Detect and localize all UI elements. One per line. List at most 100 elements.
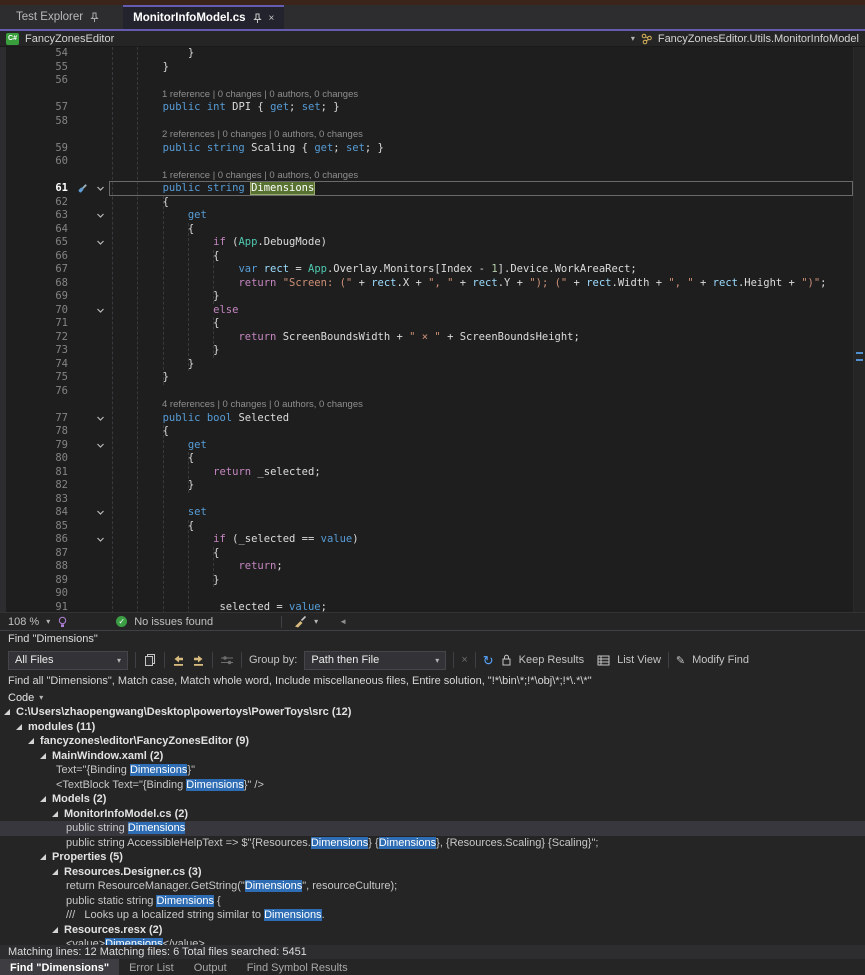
- tree-match[interactable]: Text="{Binding Dimensions}": [0, 763, 865, 778]
- code-line[interactable]: 59 public string Scaling { get; set; }: [0, 142, 865, 156]
- codelens-text[interactable]: 2 references | 0 changes | 0 authors, 0 …: [162, 128, 363, 142]
- tree-node[interactable]: C:\Users\zhaopengwang\Desktop\powertoys\…: [0, 705, 865, 720]
- code-line[interactable]: 77 public bool Selected: [0, 412, 865, 426]
- code-line[interactable]: 87 {: [0, 547, 865, 561]
- result-type-dropdown[interactable]: Code ▾: [0, 690, 865, 705]
- line-number[interactable]: 62: [0, 196, 68, 210]
- tab-test-explorer[interactable]: Test Explorer: [6, 5, 109, 29]
- line-number[interactable]: 64: [0, 223, 68, 237]
- tree-node[interactable]: Models (2): [0, 792, 865, 807]
- expander-icon[interactable]: [4, 706, 16, 718]
- codelens-text[interactable]: 4 references | 0 changes | 0 authors, 0 …: [162, 398, 363, 412]
- tree-node[interactable]: Resources.resx (2): [0, 923, 865, 938]
- code-editor[interactable]: 54 }55 }561 reference | 0 changes | 0 au…: [0, 47, 865, 612]
- line-number[interactable]: 68: [0, 277, 68, 291]
- code-line[interactable]: 55 }: [0, 61, 865, 75]
- code-line[interactable]: 81 return _selected;: [0, 466, 865, 480]
- code-line[interactable]: 83: [0, 493, 865, 507]
- code-line[interactable]: 72 return ScreenBoundsWidth + " × " + Sc…: [0, 331, 865, 345]
- line-number[interactable]: 91: [0, 601, 68, 613]
- keep-results-button[interactable]: Keep Results: [519, 654, 584, 666]
- line-number[interactable]: 59: [0, 142, 68, 156]
- copy-icon[interactable]: [143, 653, 157, 667]
- editor-vertical-scrollbar[interactable]: [853, 47, 865, 612]
- code-line[interactable]: 58: [0, 115, 865, 129]
- tree-node[interactable]: MonitorInfoModel.cs (2): [0, 807, 865, 822]
- line-number[interactable]: 87: [0, 547, 68, 561]
- line-number[interactable]: 70: [0, 304, 68, 318]
- code-line[interactable]: 84 set: [0, 506, 865, 520]
- line-number[interactable]: 76: [0, 385, 68, 399]
- code-line[interactable]: 73 }: [0, 344, 865, 358]
- code-line[interactable]: 90: [0, 587, 865, 601]
- edit-pencil-icon[interactable]: ✎: [676, 654, 685, 667]
- line-number[interactable]: 90: [0, 587, 68, 601]
- next-location-icon[interactable]: [192, 654, 205, 667]
- codelens-row[interactable]: 1 reference | 0 changes | 0 authors, 0 c…: [0, 169, 865, 183]
- line-number[interactable]: 67: [0, 263, 68, 277]
- line-number[interactable]: 66: [0, 250, 68, 264]
- code-line[interactable]: 80 {: [0, 452, 865, 466]
- pin-icon[interactable]: [253, 13, 262, 24]
- code-line[interactable]: 54 }: [0, 47, 865, 61]
- expander-icon[interactable]: [40, 793, 52, 805]
- code-line[interactable]: 91 _selected = value;: [0, 601, 865, 613]
- breadcrumb-type[interactable]: FancyZonesEditor.Utils.MonitorInfoModel: [658, 33, 859, 45]
- line-number[interactable]: 89: [0, 574, 68, 588]
- code-line[interactable]: 67 var rect = App.Overlay.Monitors[Index…: [0, 263, 865, 277]
- scroll-left-icon[interactable]: ◄: [339, 617, 347, 626]
- codelens-row[interactable]: 4 references | 0 changes | 0 authors, 0 …: [0, 398, 865, 412]
- line-number[interactable]: 61: [0, 182, 68, 196]
- code-line[interactable]: 70 else: [0, 304, 865, 318]
- line-number[interactable]: 58: [0, 115, 68, 129]
- code-line[interactable]: 89 }: [0, 574, 865, 588]
- line-number[interactable]: 55: [0, 61, 68, 75]
- code-line[interactable]: 65 if (App.DebugMode): [0, 236, 865, 250]
- list-view-icon[interactable]: [597, 655, 610, 666]
- codelens-row[interactable]: 1 reference | 0 changes | 0 authors, 0 c…: [0, 88, 865, 102]
- line-number[interactable]: 73: [0, 344, 68, 358]
- tree-match[interactable]: public string AccessibleHelpText => $"{R…: [0, 836, 865, 851]
- group-by-dropdown[interactable]: Path then File ▾: [304, 651, 446, 670]
- chevron-down-icon[interactable]: ▾: [314, 617, 318, 626]
- chevron-down-icon[interactable]: ▾: [631, 34, 635, 43]
- line-number[interactable]: 80: [0, 452, 68, 466]
- line-number[interactable]: 81: [0, 466, 68, 480]
- line-number[interactable]: 88: [0, 560, 68, 574]
- code-line[interactable]: 76: [0, 385, 865, 399]
- line-number[interactable]: 75: [0, 371, 68, 385]
- line-number[interactable]: 56: [0, 74, 68, 88]
- line-number[interactable]: 63: [0, 209, 68, 223]
- options-icon[interactable]: [220, 654, 234, 666]
- codelens-row[interactable]: 2 references | 0 changes | 0 authors, 0 …: [0, 128, 865, 142]
- tree-node[interactable]: Properties (5): [0, 850, 865, 865]
- code-line[interactable]: 57 public int DPI { get; set; }: [0, 101, 865, 115]
- code-line[interactable]: 88 return;: [0, 560, 865, 574]
- line-number[interactable]: 74: [0, 358, 68, 372]
- expander-icon[interactable]: [16, 721, 28, 733]
- expander-icon[interactable]: [40, 851, 52, 863]
- line-number[interactable]: 78: [0, 425, 68, 439]
- tree-node[interactable]: MainWindow.xaml (2): [0, 749, 865, 764]
- code-line[interactable]: 82 }: [0, 479, 865, 493]
- expander-icon[interactable]: [28, 735, 40, 747]
- tree-match[interactable]: public static string Dimensions {: [0, 894, 865, 909]
- line-number[interactable]: 54: [0, 47, 68, 61]
- tree-node[interactable]: fancyzones\editor\FancyZonesEditor (9): [0, 734, 865, 749]
- code-line[interactable]: 69 }: [0, 290, 865, 304]
- tree-match[interactable]: return ResourceManager.GetString("Dimens…: [0, 879, 865, 894]
- code-line[interactable]: 60: [0, 155, 865, 169]
- code-line[interactable]: 68 return "Screen: (" + rect.X + ", " + …: [0, 277, 865, 291]
- modify-find-button[interactable]: Modify Find: [692, 654, 749, 666]
- code-line[interactable]: 63 get: [0, 209, 865, 223]
- code-cleanup-broom-icon[interactable]: [293, 615, 307, 628]
- code-line[interactable]: 79 get: [0, 439, 865, 453]
- tree-match[interactable]: <TextBlock Text="{Binding Dimensions}" /…: [0, 778, 865, 793]
- health-status-text[interactable]: No issues found: [134, 616, 213, 628]
- panel-tab-error-list[interactable]: Error List: [119, 959, 184, 975]
- breadcrumb-project[interactable]: FancyZonesEditor: [25, 33, 114, 45]
- line-number[interactable]: 84: [0, 506, 68, 520]
- find-results-tree[interactable]: C:\Users\zhaopengwang\Desktop\powertoys\…: [0, 705, 865, 945]
- code-line[interactable]: 66 {: [0, 250, 865, 264]
- line-number[interactable]: 83: [0, 493, 68, 507]
